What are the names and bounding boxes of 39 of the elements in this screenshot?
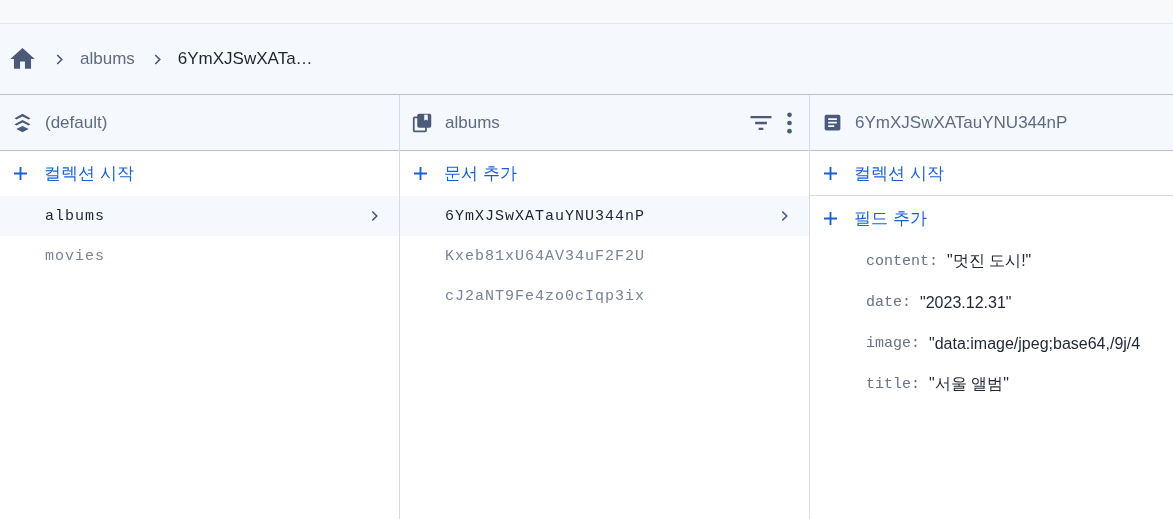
field-name: image: <box>866 335 920 352</box>
chevron-icon <box>780 209 789 223</box>
add-button[interactable]: 컬렉션 시작 <box>810 151 1173 196</box>
plus-icon <box>14 167 27 180</box>
add-button[interactable]: 컬렉션 시작 <box>0 151 399 196</box>
home-button[interactable] <box>10 48 35 70</box>
chevron-icon <box>370 209 379 223</box>
more-icon <box>786 111 793 134</box>
more-button[interactable] <box>786 111 793 134</box>
list-item[interactable]: 6YmXJSwXATauYNU344nP <box>400 196 809 236</box>
field-value: "서울 앨범" <box>929 374 1009 394</box>
panel-title: 6YmXJSwXATauYNU344nP <box>855 112 1068 133</box>
list-item[interactable]: albums <box>0 196 399 236</box>
stacked-layers-icon <box>12 112 33 133</box>
list-item[interactable]: Kxeb81xU64AV34uF2F2U <box>400 236 809 276</box>
field-value: "2023.12.31" <box>920 293 1012 312</box>
chevron-icon <box>55 52 64 66</box>
document-icon <box>822 112 843 133</box>
filter-button[interactable] <box>750 115 772 130</box>
breadcrumb-link[interactable]: albums <box>80 49 135 69</box>
field-value: "data:image/jpeg;base64,/9j/4 <box>929 334 1141 353</box>
plus-icon <box>824 212 837 225</box>
panel-title: (default) <box>45 112 108 133</box>
field-value: "멋진 도시!" <box>947 251 1032 271</box>
add-button[interactable]: 문서 추가 <box>400 151 809 196</box>
field-name: date: <box>866 294 911 311</box>
add-button[interactable]: 필드 추가 <box>810 196 1173 241</box>
plus-icon <box>824 166 837 180</box>
field-name: title: <box>866 376 920 393</box>
plus-icon <box>414 167 427 180</box>
panel-title: albums <box>445 112 500 133</box>
list-item[interactable]: cJ2aNT9Fe4zo0cIqp3ix <box>400 276 809 316</box>
collection-icon <box>412 112 433 133</box>
field-name: content: <box>866 253 938 270</box>
filter-icon <box>750 115 772 130</box>
home-icon <box>10 48 35 70</box>
list-item[interactable]: movies <box>0 236 399 276</box>
breadcrumb-link[interactable]: 6YmXJSwXATa… <box>177 49 313 69</box>
chevron-icon <box>152 52 162 66</box>
